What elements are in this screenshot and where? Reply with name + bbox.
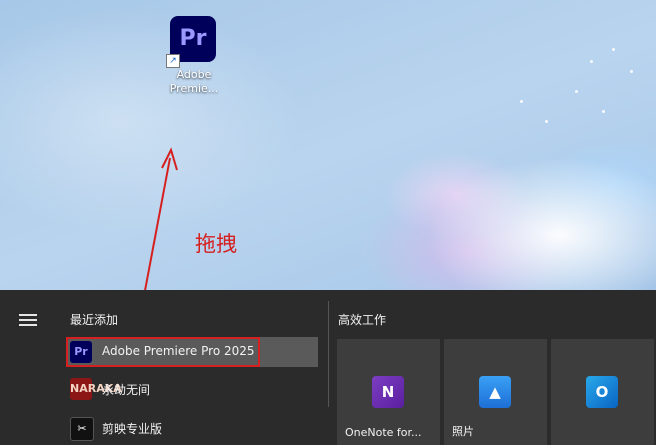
tile-label: 照片	[452, 425, 474, 438]
wallpaper-sparkle	[545, 120, 548, 123]
app-item-label: 永劫无间	[102, 383, 151, 397]
desktop-icon-label: Adobe Premie...	[169, 68, 219, 95]
hamburger-menu-icon[interactable]	[19, 314, 37, 326]
wallpaper-sparkle	[590, 60, 593, 63]
desktop: Pr ↗ Adobe Premie... 拖拽 最近添加 Pr Adobe Pr…	[0, 0, 656, 445]
tile-photos[interactable]: ▲ 照片	[444, 339, 547, 445]
onenote-icon: N	[372, 376, 404, 408]
wallpaper-sparkle	[602, 110, 605, 113]
drag-annotation-label: 拖拽	[195, 232, 237, 256]
menu-divider	[328, 301, 329, 407]
shortcut-arrow-icon: ↗	[166, 54, 180, 68]
start-menu: 最近添加 Pr Adobe Premiere Pro 2025 NARAKA 永…	[0, 290, 656, 445]
tile-outlook[interactable]: O	[551, 339, 654, 445]
wallpaper-sparkle	[520, 100, 523, 103]
productivity-heading: 高效工作	[338, 313, 387, 327]
outlook-icon: O	[586, 376, 618, 408]
app-item-label: 剪映专业版	[102, 422, 163, 436]
highlight-box	[66, 337, 260, 367]
wallpaper-sparkle	[630, 70, 633, 73]
photos-icon: ▲	[479, 376, 511, 408]
wallpaper-sparkle	[575, 90, 578, 93]
jianying-icon: ✂	[70, 417, 94, 441]
app-item-naraka[interactable]: NARAKA 永劫无间	[66, 374, 318, 404]
recently-added-heading: 最近添加	[70, 313, 119, 327]
app-item-jianying[interactable]: ✂ 剪映专业版	[66, 413, 318, 443]
naraka-icon: NARAKA	[70, 378, 122, 400]
tile-onenote[interactable]: N OneNote for...	[337, 339, 440, 445]
wallpaper-sparkle	[612, 48, 615, 51]
premiere-desktop-shortcut[interactable]: Pr ↗ Adobe Premie...	[164, 16, 224, 106]
tile-label: OneNote for...	[345, 426, 422, 439]
